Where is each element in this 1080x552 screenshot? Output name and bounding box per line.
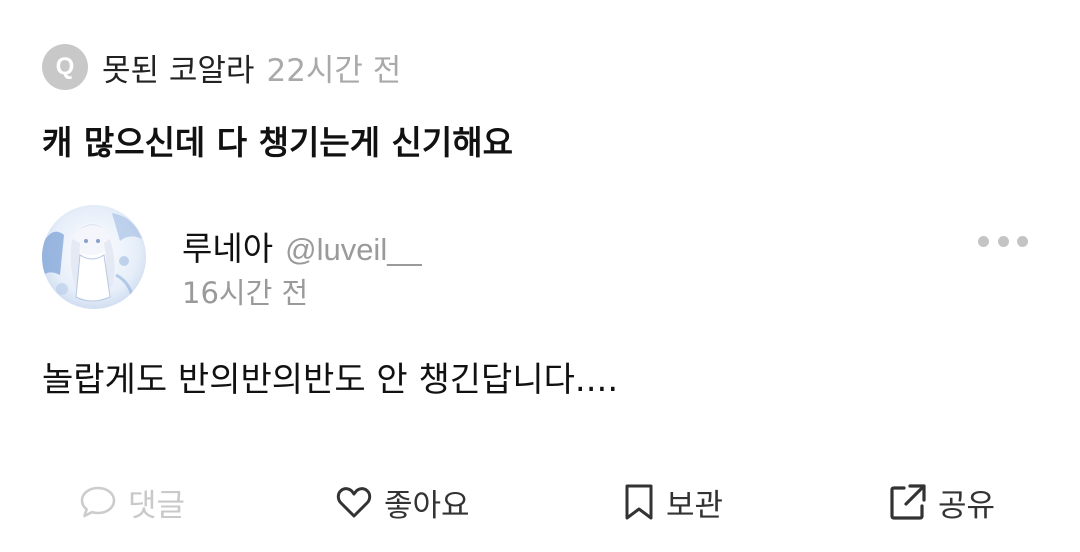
answerer-name[interactable]: 루네아 xyxy=(182,222,273,270)
avatar[interactable] xyxy=(42,205,146,309)
asked-time: 22시간 전 xyxy=(266,52,402,89)
heart-icon xyxy=(336,487,372,518)
share-button[interactable]: 공유 xyxy=(888,478,995,526)
question-badge: Q xyxy=(42,44,88,90)
asker-name[interactable]: 못된 코알라 xyxy=(102,45,254,90)
answerer-handle[interactable]: @luveil__ xyxy=(285,232,422,268)
question-text: 캐 많으신데 다 챙기는게 신기해요 xyxy=(42,123,513,162)
answer-text: 놀랍게도 반의반의반도 안 챙긴답니다.... xyxy=(42,360,619,400)
question-header: Q 못된 코알라 22시간 전 xyxy=(42,44,401,90)
comment-button[interactable]: 댓글 xyxy=(78,478,185,526)
save-label: 보관 xyxy=(666,487,724,524)
more-horizontal-icon-dot xyxy=(997,235,1009,247)
comment-label: 댓글 xyxy=(128,487,186,524)
answered-time: 16시간 전 xyxy=(182,276,309,310)
like-label: 좋아요 xyxy=(384,487,470,524)
more-horizontal-icon-dot xyxy=(1017,235,1028,247)
bookmark-icon xyxy=(625,484,653,520)
share-external-icon xyxy=(890,484,926,520)
like-button[interactable]: 좋아요 xyxy=(334,478,470,526)
more-options-button[interactable] xyxy=(978,228,1028,254)
save-button[interactable]: 보관 xyxy=(622,478,723,526)
more-horizontal-icon xyxy=(978,235,989,247)
speech-bubble-icon xyxy=(80,486,116,518)
share-label: 공유 xyxy=(938,487,996,524)
avatar-illustration xyxy=(42,205,146,309)
answerer-line: 루네아 @luveil__ xyxy=(182,222,422,270)
